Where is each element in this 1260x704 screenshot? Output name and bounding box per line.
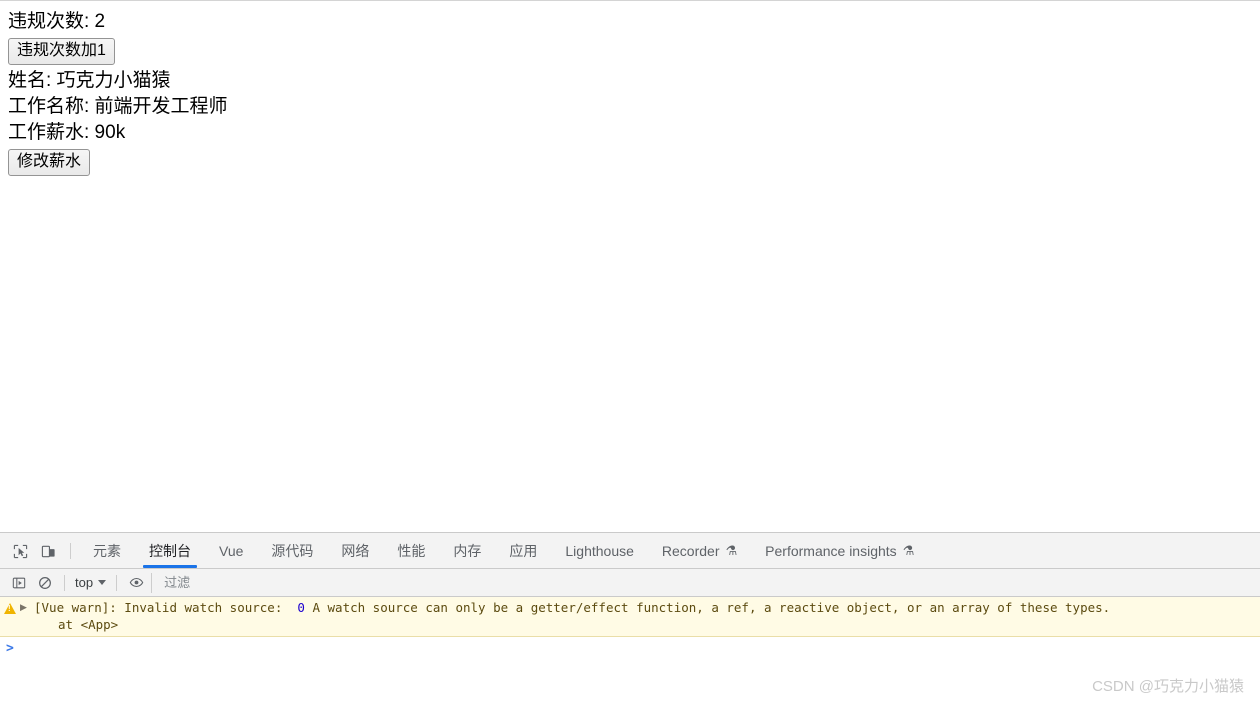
tab-label: 应用 [509, 542, 538, 559]
console-message-text: [Vue warn]: Invalid watch source: 0 A wa… [34, 599, 1260, 633]
devtools-tab-list: 元素 控制台 Vue 源代码 网络 性能 内存 应用 Lighthouse Re… [79, 533, 1260, 568]
salary-text: 工作薪水: 90k [8, 122, 126, 143]
console-prompt-row[interactable]: > [0, 637, 1260, 659]
console-toolbar-divider [64, 574, 65, 591]
tab-performance[interactable]: 性能 [383, 533, 439, 568]
tab-network[interactable]: 网络 [327, 533, 383, 568]
message-text-after: A watch source can only be a getter/effe… [304, 600, 1111, 615]
chevron-down-icon [98, 580, 107, 585]
console-prompt-input[interactable] [20, 641, 1260, 659]
salary-button-row: 修改薪水 [8, 149, 1252, 176]
tab-label: Performance insights [765, 542, 897, 559]
tab-label: 控制台 [149, 542, 191, 559]
tab-vue[interactable]: Vue [205, 533, 257, 568]
page-viewport: 违规次数: 2 违规次数加1 姓名: 巧克力小猫猿 工作名称: 前端开发工程师 … [0, 0, 1260, 532]
message-text-before: [Vue warn]: Invalid watch source: [34, 600, 298, 615]
tab-label: Lighthouse [565, 542, 634, 559]
warning-triangle-icon [0, 599, 20, 619]
app-root: 违规次数: 2 违规次数加1 姓名: 巧克力小猫猿 工作名称: 前端开发工程师 … [0, 1, 1260, 176]
tab-sources[interactable]: 源代码 [257, 533, 327, 568]
device-toolbar-icon[interactable] [34, 533, 62, 569]
change-salary-button[interactable]: 修改薪水 [8, 149, 91, 176]
csdn-watermark: CSDN @巧克力小猫猿 [1092, 678, 1244, 695]
tab-label: 性能 [397, 542, 426, 559]
console-prompt-caret-icon: > [6, 641, 14, 656]
show-console-sidebar-icon[interactable] [6, 570, 32, 596]
expand-arrow-icon[interactable]: ▶ [20, 599, 34, 612]
toolbar-divider [70, 542, 71, 559]
tab-elements[interactable]: 元素 [79, 533, 135, 568]
tab-label: Vue [219, 542, 244, 559]
console-message-stack: at <App> [58, 617, 119, 632]
tab-memory[interactable]: 内存 [439, 533, 495, 568]
violation-count-text: 违规次数: 2 [8, 11, 106, 32]
experiment-flask-icon: ⚗ [902, 543, 915, 558]
tab-label: 内存 [453, 542, 482, 559]
console-output-area: ▶ [Vue warn]: Invalid watch source: 0 A … [0, 597, 1260, 704]
console-filter-input[interactable] [151, 572, 1260, 593]
increment-violation-button[interactable]: 违规次数加1 [8, 38, 115, 65]
live-expressions-eye-icon[interactable] [123, 570, 149, 596]
tab-label: 元素 [93, 542, 121, 559]
tab-label: 源代码 [271, 542, 314, 559]
tab-application[interactable]: 应用 [495, 533, 551, 568]
console-message-warning[interactable]: ▶ [Vue warn]: Invalid watch source: 0 A … [0, 597, 1260, 637]
devtools-panel: 元素 控制台 Vue 源代码 网络 性能 内存 应用 Lighthouse Re… [0, 532, 1260, 704]
person-name-text: 姓名: 巧克力小猫猿 [8, 70, 171, 91]
violation-button-row: 违规次数加1 [8, 38, 1252, 65]
tab-performance-insights[interactable]: Performance insights ⚗ [751, 533, 928, 568]
tab-recorder[interactable]: Recorder ⚗ [648, 533, 751, 568]
screenshot-root: 违规次数: 2 违规次数加1 姓名: 巧克力小猫猿 工作名称: 前端开发工程师 … [0, 0, 1260, 704]
console-toolbar-divider [116, 574, 118, 591]
execution-context-selector[interactable]: top [71, 575, 110, 590]
job-title-text: 工作名称: 前端开发工程师 [8, 96, 228, 117]
clear-console-icon[interactable] [32, 570, 58, 596]
inspect-cursor-icon[interactable] [6, 533, 34, 569]
tab-lighthouse[interactable]: Lighthouse [551, 533, 648, 568]
experiment-flask-icon: ⚗ [725, 543, 738, 558]
execution-context-label: top [75, 575, 94, 590]
message-value-token: 0 [297, 600, 305, 615]
tab-console[interactable]: 控制台 [135, 533, 205, 568]
devtools-tabbar: 元素 控制台 Vue 源代码 网络 性能 内存 应用 Lighthouse Re… [0, 533, 1260, 569]
console-toolbar: top [0, 569, 1260, 597]
tab-label: Recorder [661, 542, 720, 559]
tab-label: 网络 [341, 542, 370, 559]
